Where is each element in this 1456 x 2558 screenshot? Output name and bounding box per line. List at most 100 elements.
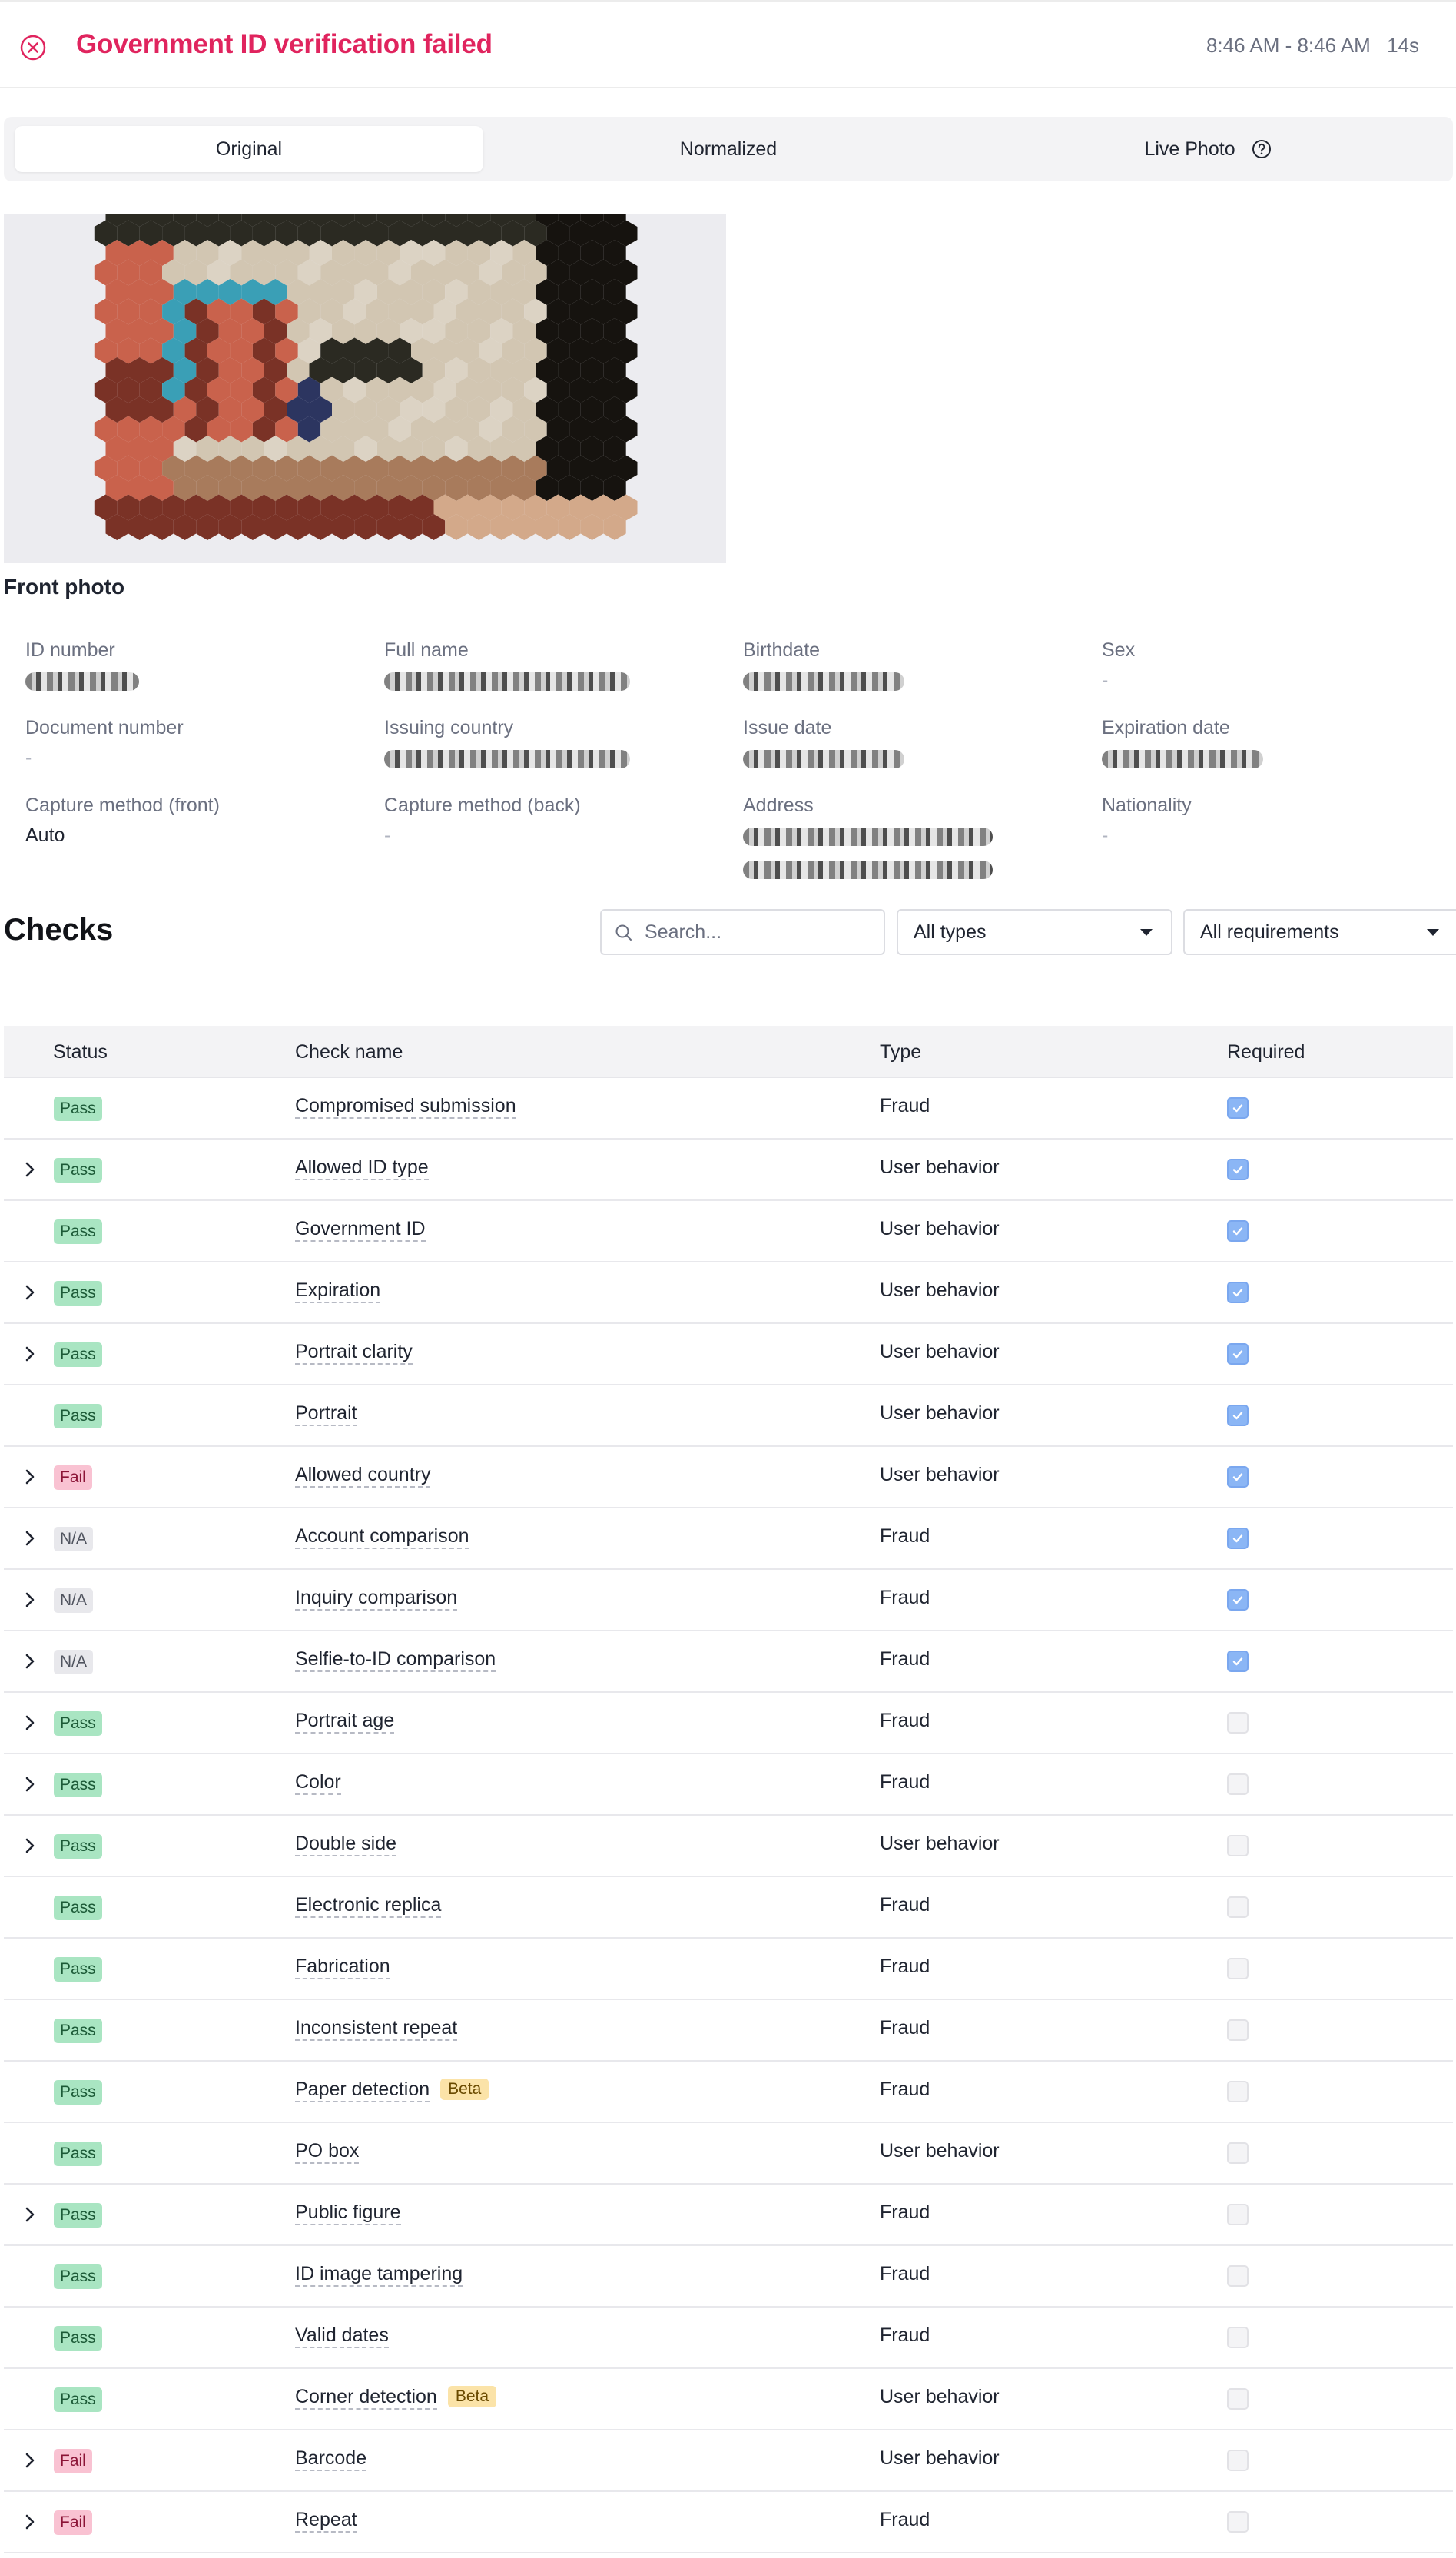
required-checkbox[interactable] <box>1227 1958 1249 1979</box>
check-name-text: Inconsistent repeat <box>295 2017 458 2041</box>
check-name[interactable]: Valid dates <box>295 2324 389 2348</box>
required-checkbox[interactable] <box>1227 1405 1249 1426</box>
required-checkbox[interactable] <box>1227 2019 1249 2041</box>
chevron-right-icon[interactable] <box>22 1591 38 1608</box>
table-row[interactable]: Fail Repeat Fraud <box>4 2492 1453 2553</box>
required-checkbox[interactable] <box>1227 1773 1249 1795</box>
chevron-right-icon[interactable] <box>22 1161 38 1178</box>
check-name[interactable]: Government ID <box>295 1218 426 1242</box>
chevron-right-icon[interactable] <box>22 1653 38 1670</box>
tab-original[interactable]: Original <box>15 126 483 172</box>
check-name[interactable]: Double side <box>295 1833 397 1856</box>
status-badge: Fail <box>54 1465 92 1490</box>
chevron-right-icon[interactable] <box>22 2452 38 2469</box>
check-name[interactable]: Public figure <box>295 2201 401 2225</box>
check-name[interactable]: Fabrication <box>295 1956 390 1979</box>
required-checkbox[interactable] <box>1227 1159 1249 1180</box>
required-checkbox[interactable] <box>1227 1835 1249 1856</box>
check-name[interactable]: PO box <box>295 2140 360 2164</box>
table-row[interactable]: Pass Public figure Fraud <box>4 2185 1453 2246</box>
table-row[interactable]: Pass Expiration User behavior <box>4 1262 1453 1324</box>
status-badge: Fail <box>54 2449 92 2473</box>
check-name-text: Allowed ID type <box>295 1156 429 1180</box>
chevron-right-icon[interactable] <box>22 1468 38 1485</box>
chevron-right-icon[interactable] <box>22 1714 38 1731</box>
required-checkbox[interactable] <box>1227 1282 1249 1303</box>
required-checkbox[interactable] <box>1227 2204 1249 2225</box>
check-name[interactable]: Allowed ID type <box>295 1156 429 1180</box>
check-icon <box>1232 1166 1243 1174</box>
id-front-photo[interactable] <box>4 214 726 563</box>
table-row[interactable]: Pass Allowed ID type User behavior <box>4 1140 1453 1201</box>
required-checkbox[interactable] <box>1227 1220 1249 1242</box>
table-row[interactable]: N/A Selfie-to-ID comparison Fraud <box>4 1631 1453 1693</box>
required-checkbox[interactable] <box>1227 2388 1249 2410</box>
check-name[interactable]: Corner detection Beta <box>295 2386 497 2410</box>
check-name-text: PO box <box>295 2140 360 2164</box>
tab-normalized[interactable]: Normalized <box>494 126 963 172</box>
column-header-status[interactable]: Status <box>53 1026 108 1078</box>
check-name[interactable]: Portrait clarity <box>295 1341 413 1365</box>
requirement-filter-select[interactable]: All requirements <box>1183 909 1456 955</box>
table-row[interactable]: N/A Account comparison Fraud <box>4 1508 1453 1570</box>
chevron-right-icon[interactable] <box>22 1837 38 1854</box>
table-row[interactable]: Fail Allowed country User behavior <box>4 1447 1453 1508</box>
type-filter-select[interactable]: All types <box>897 909 1172 955</box>
tab-live-photo[interactable]: Live Photo <box>973 126 1442 172</box>
check-name[interactable]: Color <box>295 1771 341 1795</box>
check-name-text: Fabrication <box>295 1956 390 1979</box>
check-name[interactable]: Electronic replica <box>295 1894 442 1918</box>
required-checkbox[interactable] <box>1227 1528 1249 1549</box>
help-icon[interactable] <box>1252 139 1272 159</box>
chevron-right-icon[interactable] <box>22 1345 38 1362</box>
check-type: Fraud <box>880 1771 930 1793</box>
table-row[interactable]: Pass Double side User behavior <box>4 1816 1453 1877</box>
column-header-required[interactable]: Required <box>1227 1026 1305 1078</box>
table-row[interactable]: Pass Color Fraud <box>4 1754 1453 1816</box>
chevron-right-icon[interactable] <box>22 1530 38 1547</box>
chevron-right-icon[interactable] <box>22 1284 38 1301</box>
column-header-check-name[interactable]: Check name <box>295 1026 403 1078</box>
chevron-right-icon[interactable] <box>22 1776 38 1793</box>
field-label: Expiration date <box>1102 717 1230 738</box>
required-checkbox[interactable] <box>1227 1712 1249 1734</box>
check-name[interactable]: Portrait <box>295 1402 357 1426</box>
check-icon <box>1232 1104 1243 1113</box>
chevron-right-icon[interactable] <box>22 2513 38 2530</box>
column-header-type[interactable]: Type <box>880 1026 921 1078</box>
table-row[interactable]: Pass Portrait clarity User behavior <box>4 1324 1453 1385</box>
table-row: Pass Government ID User behavior <box>4 1201 1453 1262</box>
check-name[interactable]: Barcode <box>295 2447 367 2471</box>
check-name[interactable]: Paper detection Beta <box>295 2079 489 2102</box>
required-checkbox[interactable] <box>1227 1343 1249 1365</box>
check-name[interactable]: Allowed country <box>295 1464 431 1488</box>
check-name[interactable]: Inconsistent repeat <box>295 2017 458 2041</box>
required-checkbox[interactable] <box>1227 2081 1249 2102</box>
required-checkbox[interactable] <box>1227 1589 1249 1611</box>
required-checkbox[interactable] <box>1227 1097 1249 1119</box>
required-checkbox[interactable] <box>1227 2511 1249 2533</box>
search-input[interactable] <box>645 918 875 946</box>
table-row[interactable]: Pass Portrait age Fraud <box>4 1693 1453 1754</box>
check-name[interactable]: Expiration <box>295 1279 381 1303</box>
check-name[interactable]: ID image tampering <box>295 2263 463 2287</box>
table-row[interactable]: Fail Barcode User behavior <box>4 2430 1453 2492</box>
check-type: Fraud <box>880 1095 930 1116</box>
check-name[interactable]: Repeat <box>295 2509 357 2533</box>
required-checkbox[interactable] <box>1227 1466 1249 1488</box>
required-checkbox[interactable] <box>1227 2265 1249 2287</box>
required-checkbox[interactable] <box>1227 1896 1249 1918</box>
check-name[interactable]: Selfie-to-ID comparison <box>295 1648 496 1672</box>
required-checkbox[interactable] <box>1227 2450 1249 2471</box>
check-type: Fraud <box>880 2509 930 2530</box>
check-name[interactable]: Compromised submission <box>295 1095 516 1119</box>
table-row[interactable]: N/A Inquiry comparison Fraud <box>4 1570 1453 1631</box>
required-checkbox[interactable] <box>1227 2327 1249 2348</box>
check-name[interactable]: Portrait age <box>295 1710 395 1734</box>
check-name[interactable]: Inquiry comparison <box>295 1587 458 1611</box>
chevron-right-icon[interactable] <box>22 2206 38 2223</box>
required-checkbox[interactable] <box>1227 1651 1249 1672</box>
required-checkbox[interactable] <box>1227 2142 1249 2164</box>
check-name-text: Portrait age <box>295 1710 395 1734</box>
check-name[interactable]: Account comparison <box>295 1525 469 1549</box>
